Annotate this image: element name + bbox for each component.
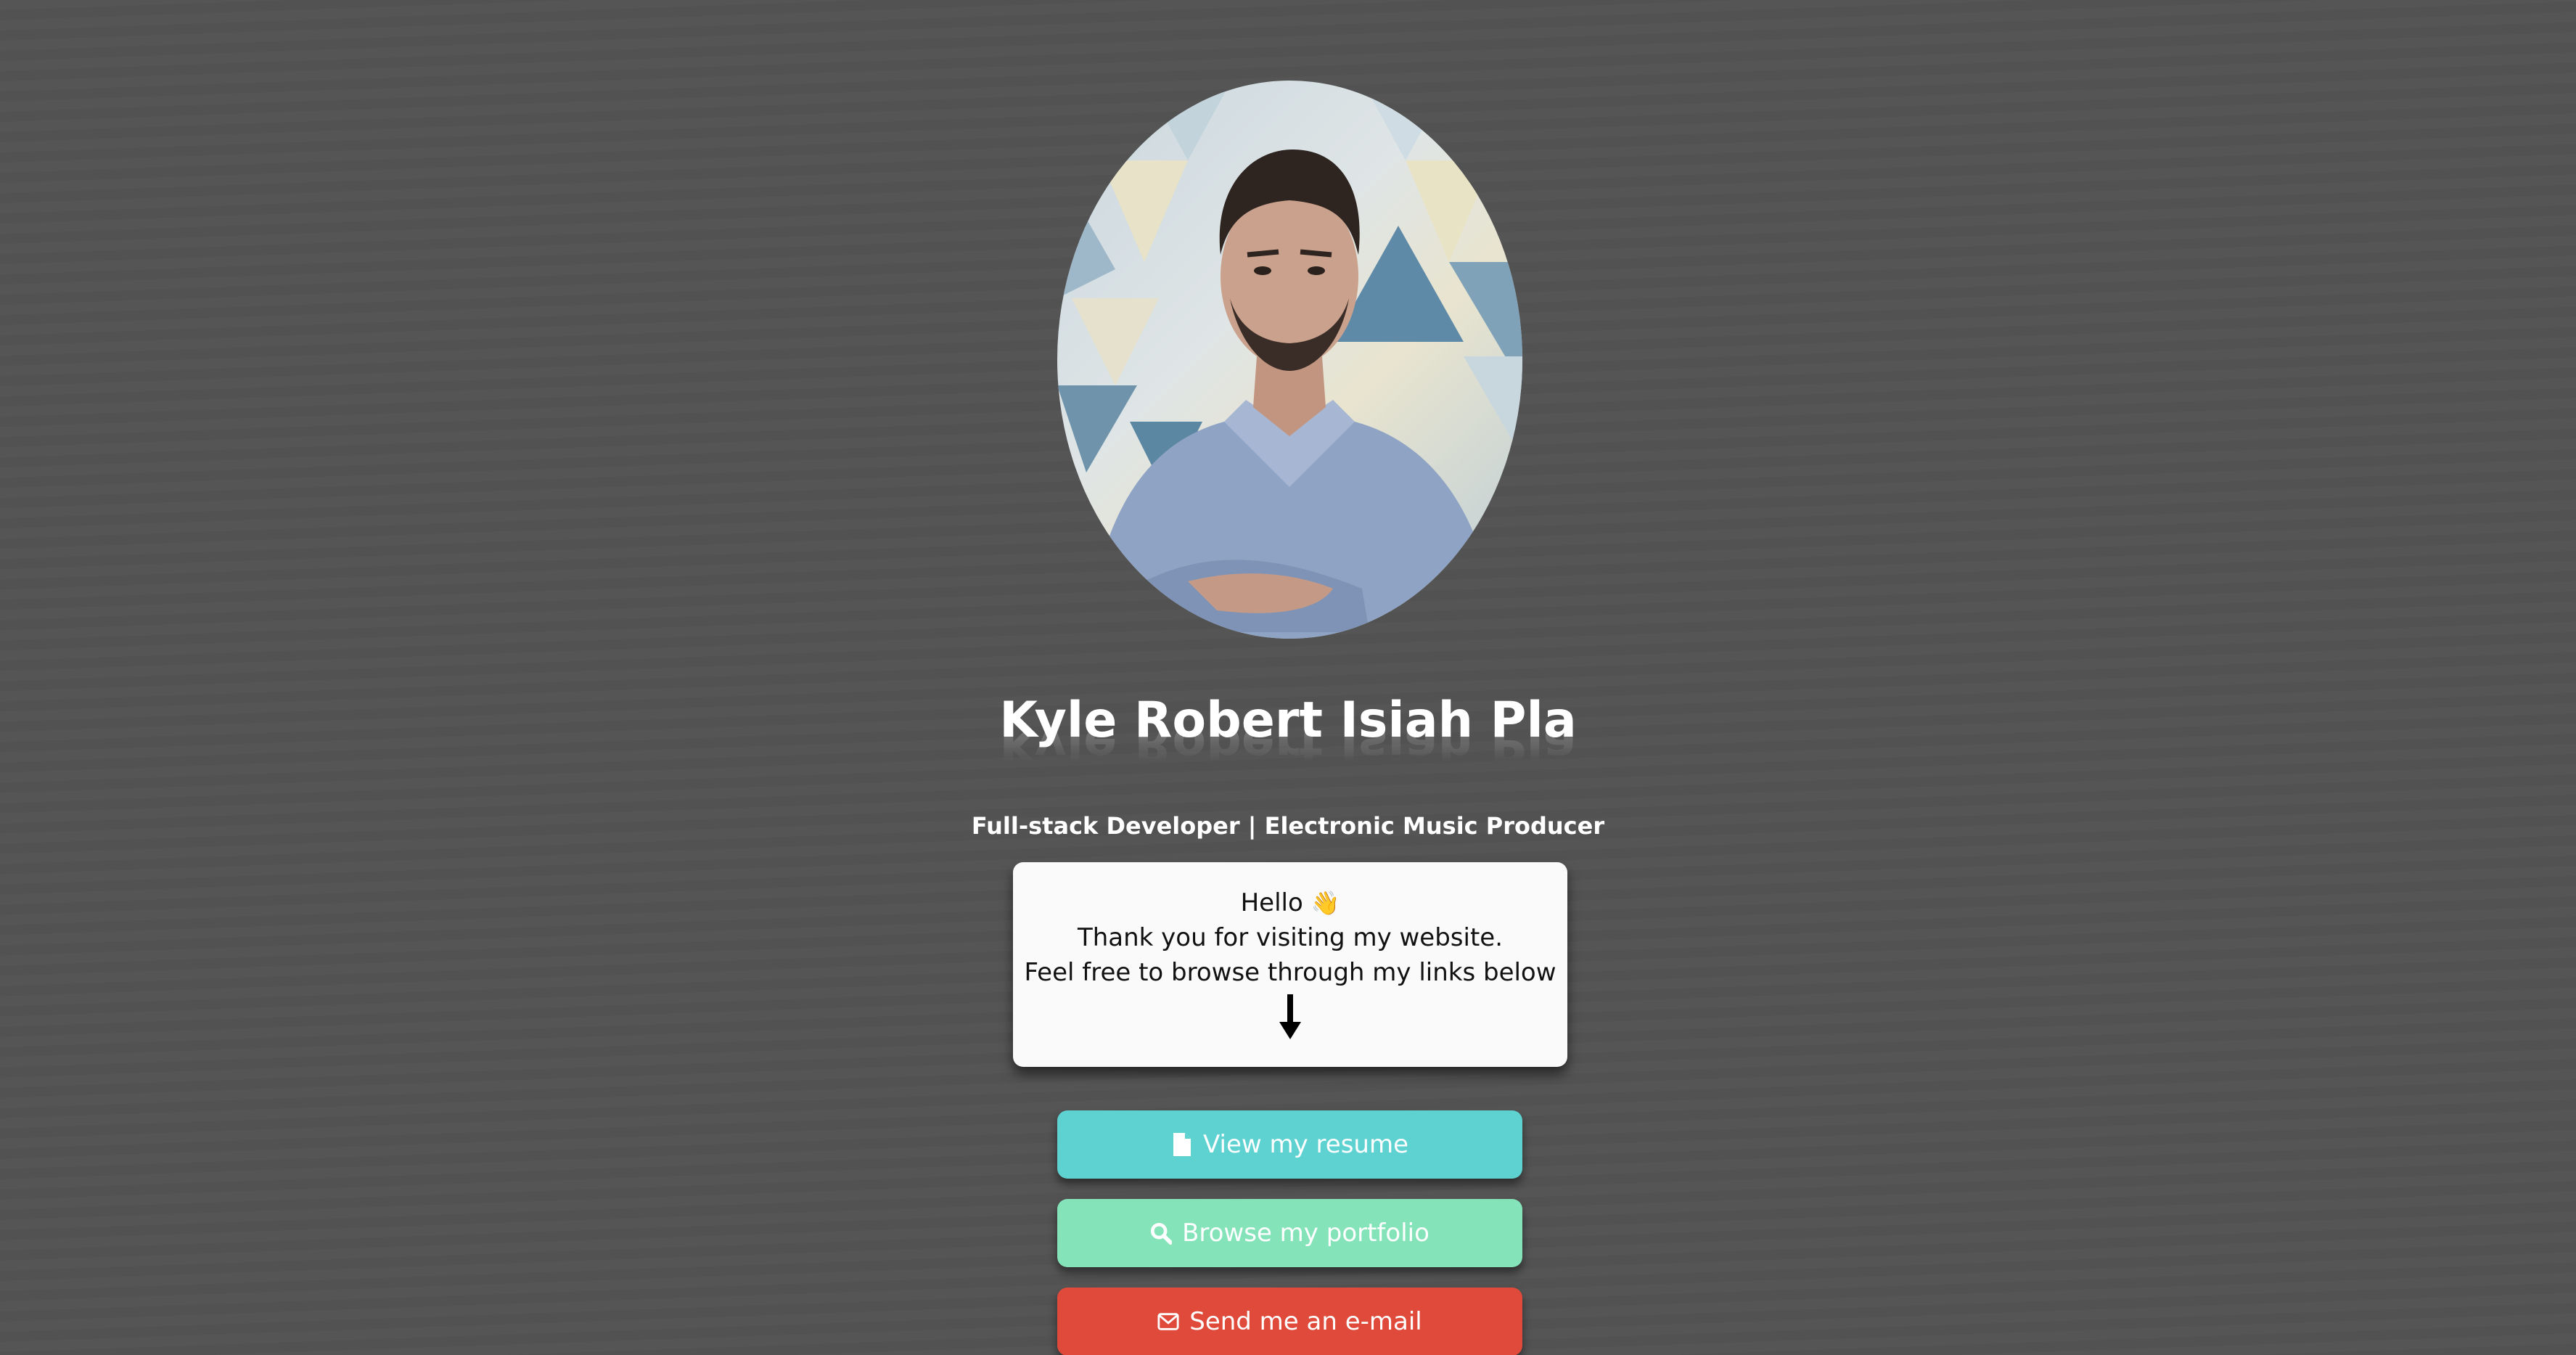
profile-subtitle: Full-stack Developer | Electronic Music … (971, 812, 1605, 840)
browse-portfolio-button[interactable]: Browse my portfolio (1057, 1199, 1522, 1267)
envelope-icon (1157, 1313, 1179, 1330)
view-resume-button[interactable]: View my resume (1057, 1110, 1522, 1179)
waving-hand-icon: 👋 (1310, 889, 1340, 917)
intro-greeting-line: Hello 👋 (1013, 885, 1567, 920)
intro-card: Hello 👋 Thank you for visiting my websit… (1013, 862, 1567, 1067)
page: Kyle Robert Isiah Pla Kyle Robert Isiah … (0, 0, 2576, 1355)
profile-photo-image (1057, 81, 1522, 639)
intro-browse: Feel free to browse through my links bel… (1024, 958, 1556, 987)
browse-portfolio-label: Browse my portfolio (1182, 1219, 1429, 1248)
arrow-down-icon (1279, 994, 1301, 1039)
intro-greeting: Hello (1240, 888, 1303, 917)
search-icon (1151, 1222, 1173, 1245)
intro-thanks: Thank you for visiting my website. (1077, 923, 1504, 952)
send-email-label: Send me an e-mail (1189, 1307, 1422, 1336)
file-icon (1173, 1133, 1191, 1156)
view-resume-label: View my resume (1203, 1130, 1408, 1159)
profile-photo (1057, 81, 1522, 639)
profile-name-reflection: Kyle Robert Isiah Pla (999, 732, 1577, 773)
send-email-button[interactable]: Send me an e-mail (1057, 1288, 1522, 1355)
